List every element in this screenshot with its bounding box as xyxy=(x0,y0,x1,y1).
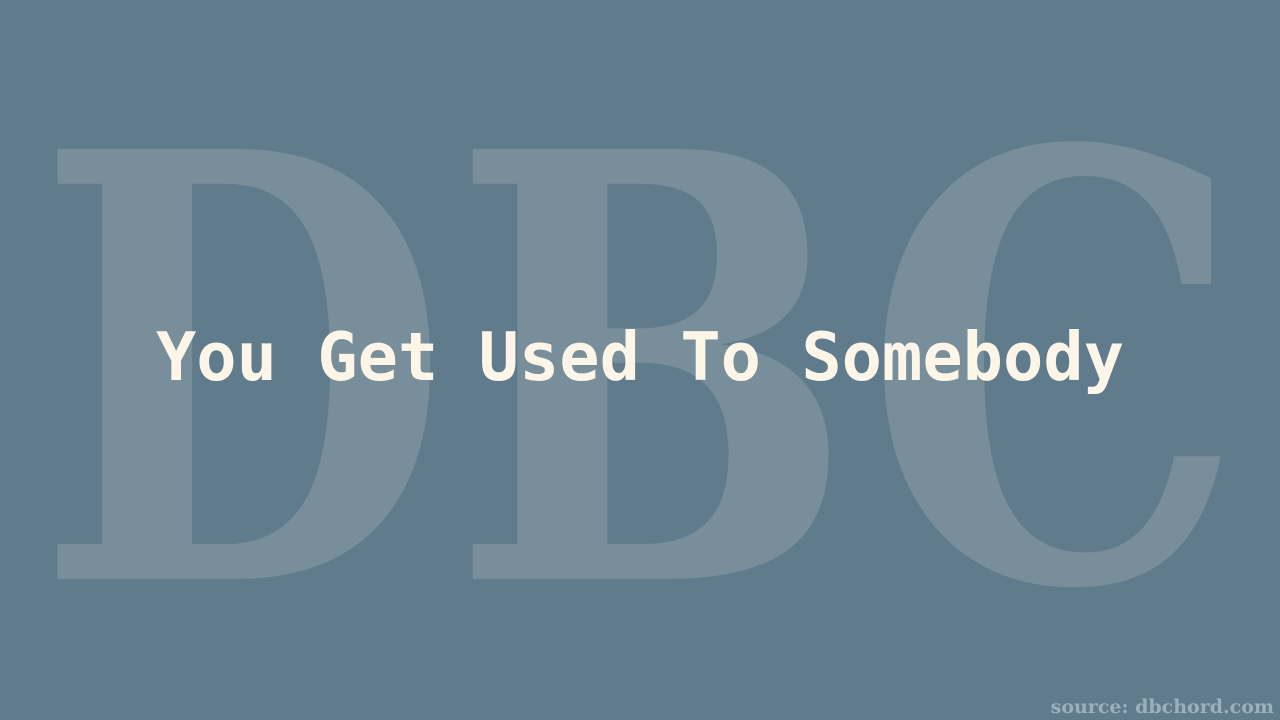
song-title: You Get Used To Somebody xyxy=(155,318,1125,396)
source-credit: source: dbchord.com xyxy=(1050,696,1274,718)
title-card: DBC You Get Used To Somebody source: dbc… xyxy=(0,0,1280,720)
